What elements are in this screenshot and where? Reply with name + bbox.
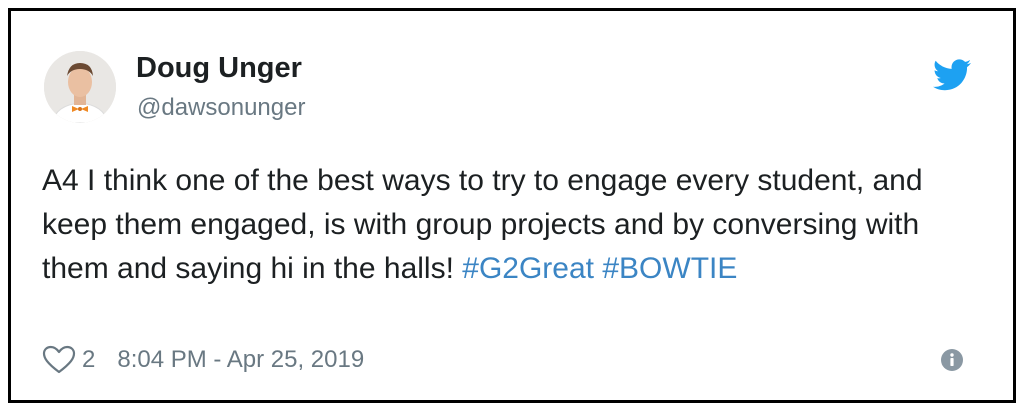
author-handle[interactable]: @dawsonunger [137,93,305,123]
tweet-text: A4 I think one of the best ways to try t… [42,159,982,291]
hashtag-link[interactable]: #BOWTIE [602,252,737,285]
heart-outline-icon[interactable] [42,345,76,375]
tweet-footer: 2 8:04 PM - Apr 25, 2019 [42,344,364,376]
avatar[interactable] [44,51,116,123]
hashtag-link[interactable]: #G2Great [462,252,594,285]
tweet-embed-frame: Doug Unger @dawsonunger A4 I think one o… [8,8,1016,403]
twitter-bird-icon[interactable] [933,59,971,91]
tweet-card: Doug Unger @dawsonunger A4 I think one o… [11,11,1013,400]
like-count[interactable]: 2 [82,346,95,374]
tweet-timestamp[interactable]: 8:04 PM - Apr 25, 2019 [117,346,364,374]
info-circle-icon[interactable] [940,348,964,372]
author-name[interactable]: Doug Unger [136,51,302,85]
avatar-image [44,51,116,123]
